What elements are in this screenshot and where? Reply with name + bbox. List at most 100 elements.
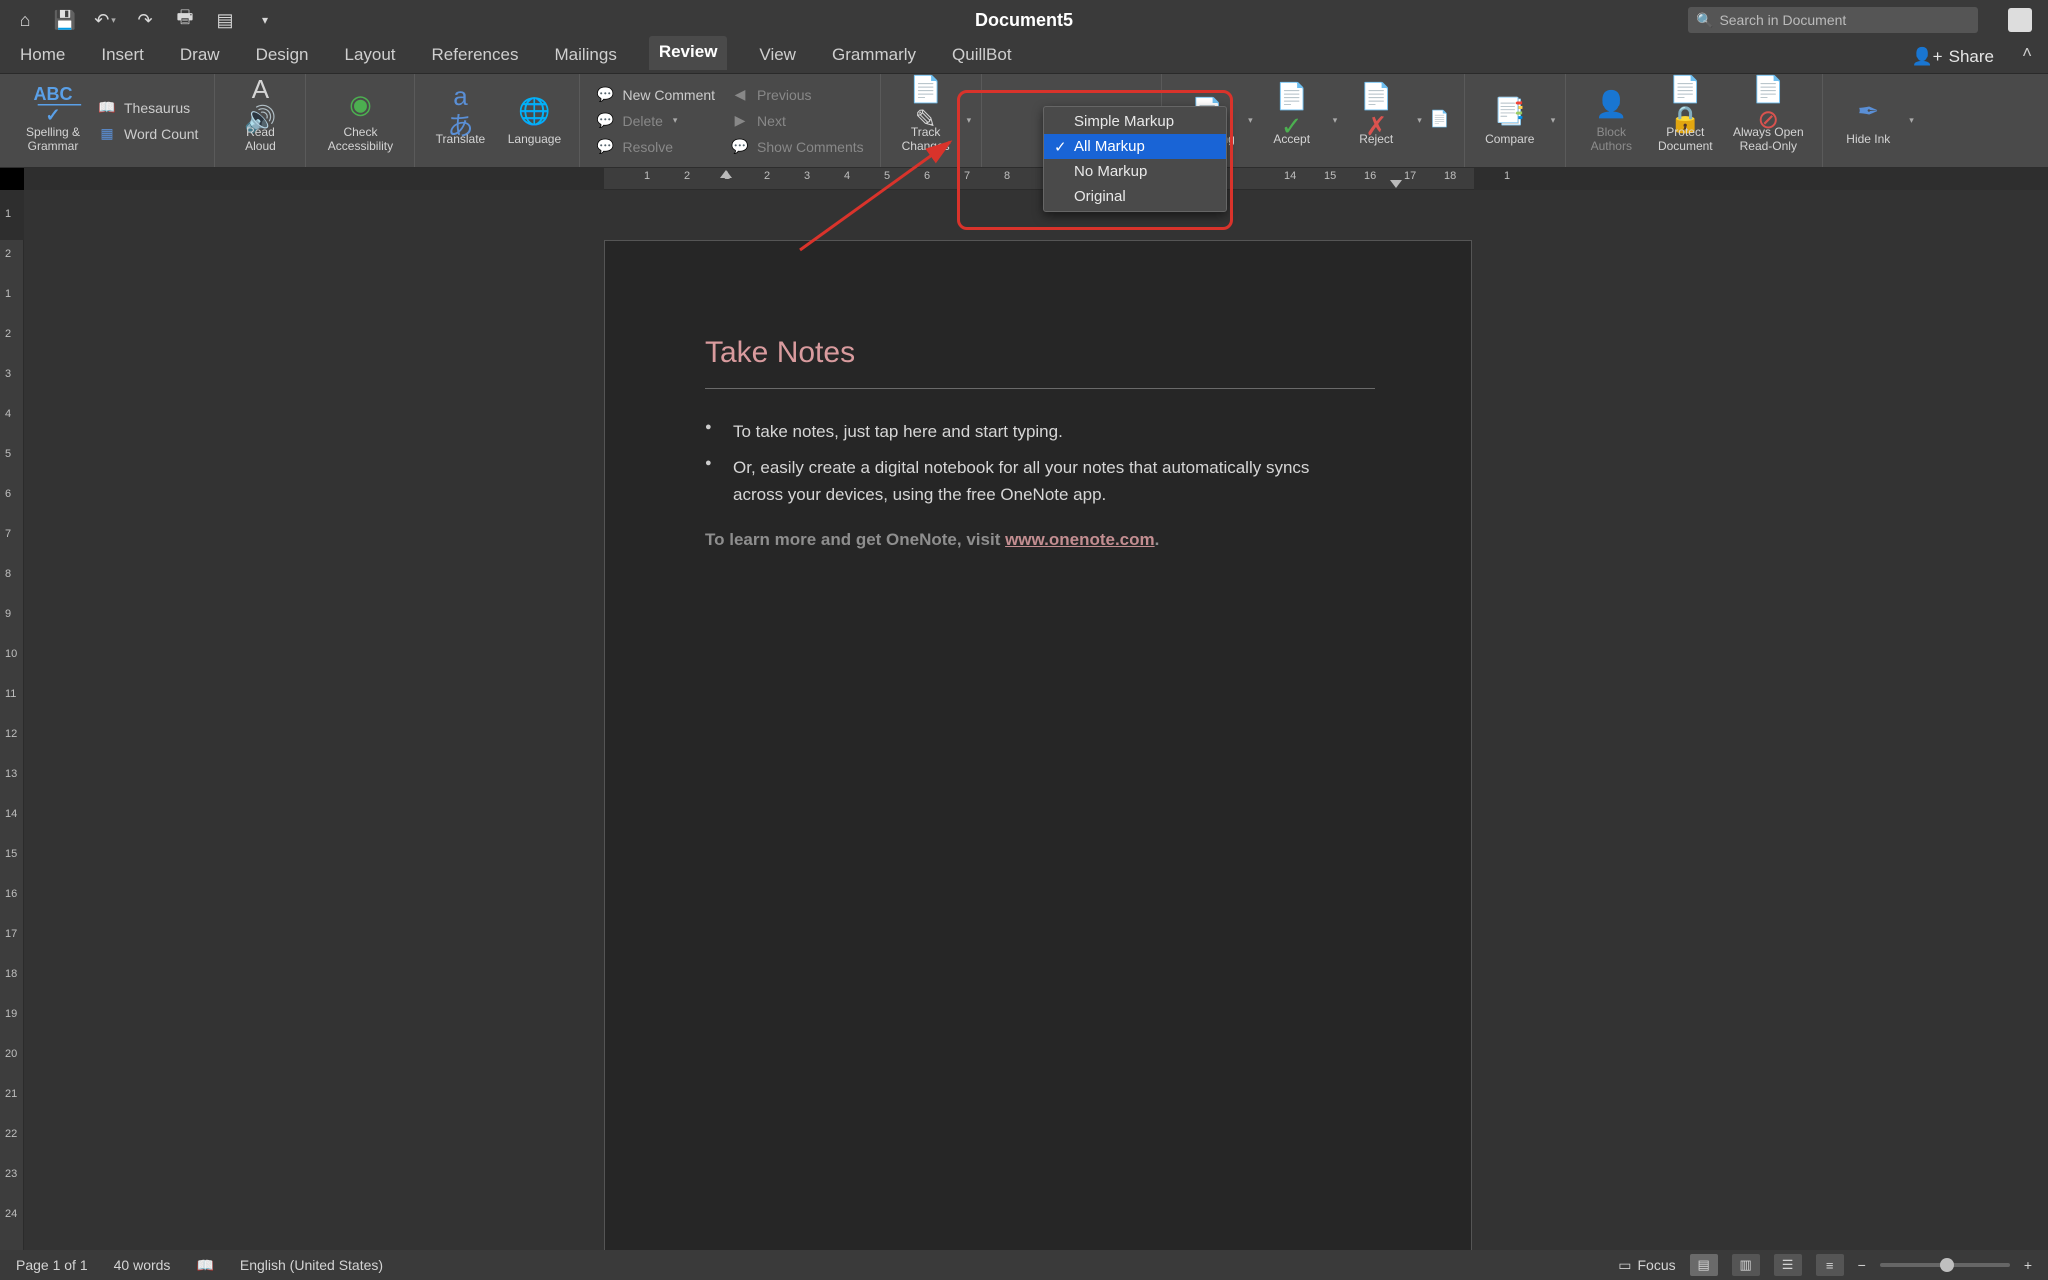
share-icon: 👤+ [1912, 47, 1943, 67]
markup-option-simple[interactable]: Simple Markup [1044, 109, 1226, 134]
onenote-link[interactable]: www.onenote.com [1005, 530, 1155, 549]
word-count-button[interactable]: ▦Word Count [92, 122, 204, 146]
previous-change-button[interactable]: 📄 [1426, 76, 1454, 166]
tab-home[interactable]: Home [16, 39, 69, 73]
markup-option-none[interactable]: No Markup [1044, 159, 1226, 184]
language-button[interactable]: 🌐 Language [499, 76, 569, 166]
zoom-thumb[interactable] [1940, 1258, 1954, 1272]
redo-icon[interactable]: ↷ [134, 9, 156, 31]
markup-view-menu[interactable]: Simple Markup ✓All Markup No Markup Orig… [1043, 106, 1227, 212]
show-comments-icon: 💬 [731, 138, 749, 156]
reviewing-dropdown[interactable]: ▾ [1248, 115, 1253, 126]
group-compare: 📑 Compare ▾ [1465, 74, 1567, 167]
read-aloud-button[interactable]: A🔊 Read Aloud [225, 76, 295, 166]
show-comments-button: 💬Show Comments [725, 135, 870, 159]
markup-option-original[interactable]: Original [1044, 184, 1226, 209]
page[interactable]: Take Notes To take notes, just tap here … [604, 240, 1472, 1250]
thesaurus-icon: 📖 [98, 99, 116, 117]
zoom-in-button[interactable]: + [2024, 1257, 2032, 1273]
print-icon[interactable]: 🖶 [174, 9, 196, 31]
group-proofing: A͟B͟C͟✓ Spelling & Grammar 📖Thesaurus ▦W… [8, 74, 215, 167]
print-layout-view-button[interactable]: ▤ [1690, 1254, 1718, 1276]
accept-button[interactable]: 📄✓ Accept [1257, 76, 1327, 166]
print-preview-icon[interactable]: ▤ [214, 9, 236, 31]
group-speech: A🔊 Read Aloud [215, 74, 306, 167]
thesaurus-button[interactable]: 📖Thesaurus [92, 96, 204, 120]
search-input[interactable]: 🔍 Search in Document [1688, 7, 1978, 33]
protect-document-button[interactable]: 📄🔒 Protect Document [1650, 76, 1720, 166]
markup-option-all[interactable]: ✓All Markup [1044, 134, 1226, 159]
new-comment-button[interactable]: 💬New Comment [590, 83, 721, 107]
web-layout-view-button[interactable]: ▥ [1732, 1254, 1760, 1276]
undo-icon[interactable]: ↶▾ [94, 9, 116, 31]
word-count-indicator[interactable]: 40 words [114, 1257, 171, 1273]
tab-grammarly[interactable]: Grammarly [828, 39, 920, 73]
save-icon[interactable]: 💾 [54, 9, 76, 31]
zoom-slider[interactable] [1880, 1263, 2010, 1267]
prev-change-icon: 📄 [1423, 104, 1457, 138]
collapse-ribbon-icon[interactable]: ˄ [2022, 43, 2032, 63]
tab-quillbot[interactable]: QuillBot [948, 39, 1016, 73]
tab-view[interactable]: View [755, 39, 800, 73]
delete-comment-button[interactable]: 💬Delete▾ [590, 109, 721, 133]
list-item[interactable]: To take notes, just tap here and start t… [705, 419, 1355, 445]
previous-icon: ◀ [731, 86, 749, 104]
resolve-comment-button: 💬Resolve [590, 135, 721, 159]
resolve-icon: 💬 [596, 138, 614, 156]
quick-access-toolbar: ⌂ 💾 ↶▾ ↷ 🖶 ▤ ▾ Document5 🔍 Search in Doc… [0, 0, 2048, 40]
zoom-out-button[interactable]: − [1858, 1257, 1866, 1273]
page-indicator[interactable]: Page 1 of 1 [16, 1257, 88, 1273]
check-accessibility-button[interactable]: ◉ Check Accessibility [316, 76, 404, 166]
list-item[interactable]: Or, easily create a digital notebook for… [705, 455, 1355, 508]
tab-draw[interactable]: Draw [176, 39, 224, 73]
tab-mailings[interactable]: Mailings [550, 39, 620, 73]
more-prefix: To learn more and get OneNote, visit [705, 530, 1005, 549]
draft-view-button[interactable]: ≡ [1816, 1254, 1844, 1276]
more-info-paragraph[interactable]: To learn more and get OneNote, visit www… [705, 530, 1471, 550]
group-comments: 💬New Comment 💬Delete▾ 💬Resolve ◀Previous… [580, 74, 880, 167]
track-changes-button[interactable]: 📄✎ Track Changes [891, 76, 961, 166]
tab-references[interactable]: References [428, 39, 523, 73]
always-open-readonly-button[interactable]: 📄⊘ Always Open Read-Only [1724, 76, 1812, 166]
hide-ink-button[interactable]: ✒ Hide Ink [1833, 76, 1903, 166]
translate-icon: aあ [443, 95, 477, 129]
block-authors-icon: 👤 [1594, 88, 1628, 122]
language-indicator[interactable]: English (United States) [240, 1257, 383, 1273]
outline-view-button[interactable]: ☰ [1774, 1254, 1802, 1276]
accept-dropdown[interactable]: ▾ [1333, 115, 1338, 126]
spellcheck-status-icon[interactable]: 📖 [196, 1257, 213, 1274]
spelling-grammar-button[interactable]: A͟B͟C͟✓ Spelling & Grammar [18, 76, 88, 166]
vertical-ruler[interactable]: 1212345678910111213141516171819202122232… [0, 190, 24, 1250]
tab-insert[interactable]: Insert [97, 39, 148, 73]
ribbon-tabs: Home Insert Draw Design Layout Reference… [0, 40, 2048, 74]
track-changes-dropdown[interactable]: ▾ [967, 115, 972, 126]
reject-dropdown[interactable]: ▾ [1417, 115, 1422, 126]
tab-design[interactable]: Design [252, 39, 313, 73]
reject-button[interactable]: 📄✗ Reject [1341, 76, 1411, 166]
horizontal-ruler[interactable]: 121234567814151617181 [24, 168, 2048, 190]
bullet-list[interactable]: To take notes, just tap here and start t… [705, 419, 1355, 508]
compare-dropdown[interactable]: ▾ [1551, 115, 1556, 126]
tab-review[interactable]: Review [649, 36, 728, 73]
account-icon[interactable] [2008, 8, 2032, 32]
translate-button[interactable]: aあ Translate [425, 76, 495, 166]
tab-layout[interactable]: Layout [340, 39, 399, 73]
share-button[interactable]: 👤+ Share [1912, 47, 1994, 67]
compare-button[interactable]: 📑 Compare [1475, 76, 1545, 166]
home-icon[interactable]: ⌂ [14, 9, 36, 31]
block-authors-button: 👤 Block Authors [1576, 76, 1646, 166]
hide-ink-dropdown[interactable]: ▾ [1909, 115, 1914, 126]
document-canvas[interactable]: Take Notes To take notes, just tap here … [24, 190, 2048, 1250]
ribbon: A͟B͟C͟✓ Spelling & Grammar 📖Thesaurus ▦W… [0, 74, 2048, 168]
language-icon: 🌐 [517, 95, 551, 129]
heading-underline [705, 388, 1375, 389]
group-tracking: 📄✎ Track Changes ▾ [881, 74, 983, 167]
group-accessibility: ◉ Check Accessibility [306, 74, 415, 167]
readonly-icon: 📄⊘ [1751, 88, 1785, 122]
search-placeholder: Search in Document [1719, 12, 1846, 28]
group-language: aあ Translate 🌐 Language [415, 74, 580, 167]
heading[interactable]: Take Notes [705, 336, 1471, 370]
focus-mode-button[interactable]: ▭Focus [1618, 1257, 1675, 1274]
customize-qat-icon[interactable]: ▾ [254, 9, 276, 31]
read-aloud-icon: A🔊 [243, 88, 277, 122]
